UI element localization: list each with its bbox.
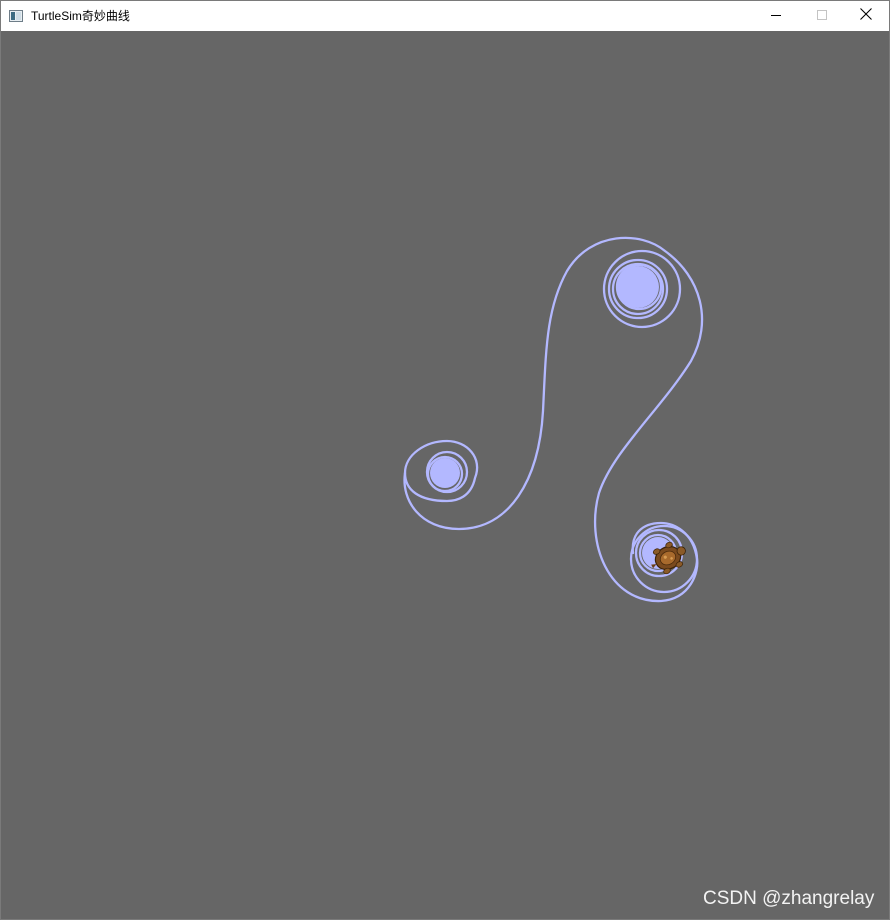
window-title: TurtleSim奇妙曲线: [31, 9, 130, 23]
fill-left: [430, 458, 460, 488]
fill-top: [617, 266, 659, 308]
title-bar[interactable]: TurtleSim奇妙曲线: [1, 1, 889, 31]
minimize-icon: [771, 7, 781, 25]
app-window-icon: [9, 9, 23, 22]
watermark: CSDN @zhangrelay: [703, 888, 875, 909]
maximize-icon: [817, 7, 827, 25]
minimize-button[interactable]: [753, 1, 799, 31]
turtle-canvas: [1, 31, 889, 919]
close-icon: [860, 7, 872, 25]
maximize-button[interactable]: [799, 1, 845, 31]
close-button[interactable]: [843, 1, 889, 31]
turtlesim-window: TurtleSim奇妙曲线 CSDN @zhangrelay: [0, 0, 890, 920]
